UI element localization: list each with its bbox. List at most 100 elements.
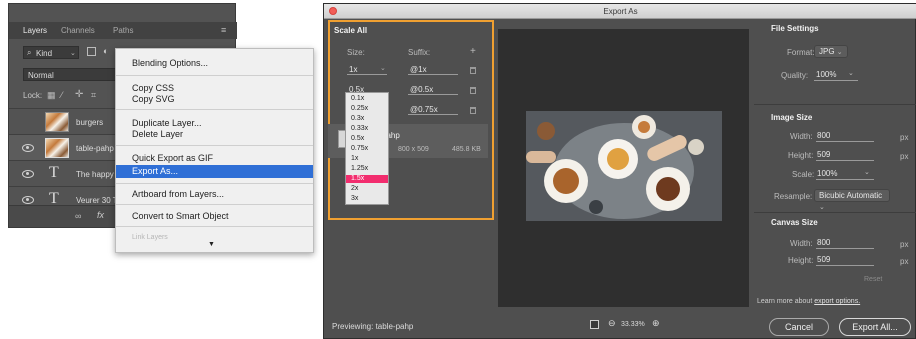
menu-divider xyxy=(116,183,313,184)
link-icon[interactable]: ∞ xyxy=(75,211,81,221)
image-height-label: Height: xyxy=(788,151,814,160)
chevron-down-icon: ⌄ xyxy=(848,70,854,77)
visibility-eye-icon[interactable] xyxy=(22,170,34,178)
scale-option[interactable]: 1x xyxy=(346,155,388,163)
reset-button[interactable]: Reset xyxy=(864,276,882,283)
scroll-down-arrow-icon[interactable]: ▼ xyxy=(208,241,215,248)
scale-option[interactable]: 0.1x xyxy=(346,95,388,103)
dialog-titlebar: Export As xyxy=(324,4,916,19)
chevron-down-icon: ⌄ xyxy=(70,50,76,57)
blend-mode-select[interactable]: Normal xyxy=(23,68,125,81)
suffix-field[interactable]: @0.75x xyxy=(408,104,458,115)
preview-canvas[interactable] xyxy=(498,29,749,307)
size-select[interactable]: 1x ⌄ xyxy=(347,64,387,75)
menu-item-blending-options[interactable]: Blending Options... xyxy=(132,57,208,69)
fx-icon[interactable]: fx xyxy=(97,210,104,220)
suffix-field[interactable]: @0.5x xyxy=(408,84,458,95)
text-layer-icon: T xyxy=(49,190,59,204)
add-scale-icon[interactable]: + xyxy=(470,46,476,57)
settings-panel: File Settings Format: JPG ⌄ Quality: 100… xyxy=(754,20,916,339)
preview-photo xyxy=(526,111,722,221)
unit-label: px xyxy=(900,152,909,161)
scale-option[interactable]: 3x xyxy=(346,195,388,203)
canvas-width-label: Width: xyxy=(790,239,813,248)
fit-preview-icon[interactable] xyxy=(590,320,599,329)
image-width-field[interactable]: 800 xyxy=(816,130,874,142)
visibility-eye-icon[interactable] xyxy=(22,196,34,204)
menu-item-convert-smart-object[interactable]: Convert to Smart Object xyxy=(132,210,229,222)
trash-icon[interactable] xyxy=(470,87,476,94)
unit-label: px xyxy=(900,133,909,142)
suffix-field[interactable]: @1x xyxy=(408,64,458,75)
layers-tabbar: Layers Channels Paths ≡ xyxy=(9,22,237,39)
menu-item-quick-export-gif[interactable]: Quick Export as GIF xyxy=(132,152,213,164)
quality-value: 100% xyxy=(816,70,837,79)
image-width-value: 800 xyxy=(817,131,831,140)
trash-icon[interactable] xyxy=(470,107,476,114)
tab-layers[interactable]: Layers xyxy=(23,26,47,35)
scale-value: 100% xyxy=(817,169,838,178)
menu-divider xyxy=(116,145,313,146)
resample-select[interactable]: Bicubic Automatic ⌄ xyxy=(814,189,890,211)
image-size-header: Image Size xyxy=(771,113,813,122)
panel-menu-icon[interactable]: ≡ xyxy=(221,25,226,35)
menu-item-copy-svg[interactable]: Copy SVG xyxy=(132,93,175,105)
unit-label: px xyxy=(900,240,909,249)
menu-divider xyxy=(116,109,313,110)
tab-channels[interactable]: Channels xyxy=(61,26,95,35)
learn-more-prefix: Learn more about xyxy=(757,298,813,305)
export-options-link[interactable]: export options. xyxy=(814,298,860,305)
cancel-button[interactable]: Cancel xyxy=(769,318,829,336)
lock-artboard-icon[interactable]: ⌗ xyxy=(91,90,96,101)
format-value: JPG xyxy=(819,47,835,56)
scale-option[interactable]: 2x xyxy=(346,185,388,193)
scale-option[interactable]: 0.25x xyxy=(346,105,388,113)
visibility-eye-icon[interactable] xyxy=(22,144,34,152)
canvas-height-label: Height: xyxy=(788,256,814,265)
layer-name: burgers xyxy=(76,118,104,127)
chevron-down-icon: ⌄ xyxy=(836,49,843,56)
menu-item-artboard-from-layers[interactable]: Artboard from Layers... xyxy=(132,188,224,200)
canvas-height-field[interactable]: 509 xyxy=(816,254,874,266)
section-divider xyxy=(754,212,916,213)
lock-move-icon[interactable]: ✛ xyxy=(75,89,83,100)
quality-field[interactable]: 100% ⌄ xyxy=(814,69,858,81)
filter-kind-select[interactable]: ⌕ Kind ⌄ xyxy=(23,46,79,59)
zoom-out-icon[interactable]: ⊖ xyxy=(608,318,616,329)
blend-mode-value: Normal xyxy=(28,71,54,80)
scale-field[interactable]: 100% ⌄ xyxy=(816,168,874,180)
canvas-width-field[interactable]: 800 xyxy=(816,237,874,249)
menu-item-link-layers[interactable]: Link Layers xyxy=(132,232,168,244)
menu-item-export-as[interactable]: Export As... xyxy=(132,165,178,177)
canvas-width-value: 800 xyxy=(817,238,831,247)
lock-transparent-icon[interactable]: ▦ xyxy=(47,90,56,101)
adjustment-filter-icon[interactable]: ◐ xyxy=(103,46,108,56)
layer-name: The happy xyxy=(76,170,114,179)
scale-option[interactable]: 0.5x xyxy=(346,135,388,143)
format-select[interactable]: JPG ⌄ xyxy=(814,45,848,58)
tab-paths[interactable]: Paths xyxy=(113,26,133,35)
chevron-down-icon: ⌄ xyxy=(819,204,825,211)
zoom-in-icon[interactable]: ⊕ xyxy=(652,318,660,329)
scale-option[interactable]: 0.33x xyxy=(346,125,388,133)
scale-option[interactable]: 1.25x xyxy=(346,165,388,173)
layer-name: Veurer 30 T xyxy=(76,196,118,204)
export-all-button[interactable]: Export All... xyxy=(839,318,911,336)
layer-context-menu: Blending Options... Copy CSS Copy SVG Du… xyxy=(115,48,314,253)
zoom-value: 33.33% xyxy=(621,321,645,328)
lock-label: Lock: xyxy=(23,91,43,100)
layer-name: table-pahp xyxy=(76,144,114,153)
scale-option[interactable]: 0.3x xyxy=(346,115,388,123)
previewing-label: Previewing: table-pahp xyxy=(332,322,414,331)
image-height-field[interactable]: 509 xyxy=(816,149,874,161)
dialog-title: Export As xyxy=(603,7,638,16)
canvas-size-header: Canvas Size xyxy=(771,218,818,227)
trash-icon[interactable] xyxy=(470,67,476,74)
scale-all-header: Scale All xyxy=(334,26,368,35)
menu-item-delete-layer[interactable]: Delete Layer xyxy=(132,128,183,140)
scale-option[interactable]: 0.75x xyxy=(346,145,388,153)
image-filter-icon[interactable] xyxy=(87,47,96,56)
scale-option-selected[interactable]: 1.5x xyxy=(346,175,388,183)
suffix-value: @1x xyxy=(410,65,427,74)
lock-brush-icon[interactable]: ⁄ xyxy=(61,90,63,100)
